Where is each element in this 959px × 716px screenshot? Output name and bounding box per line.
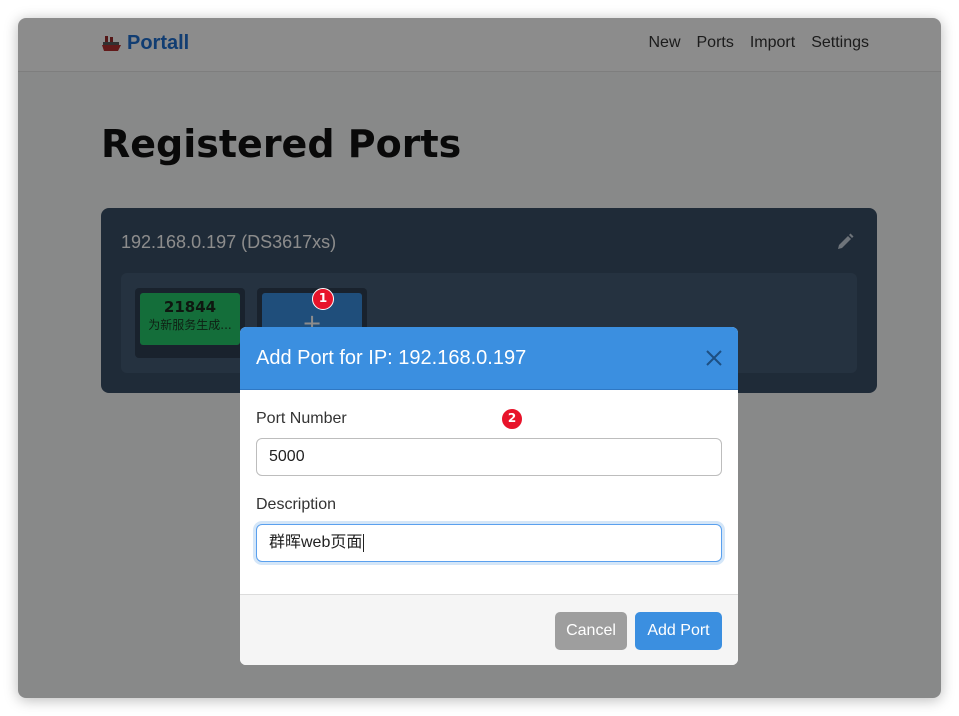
description-input[interactable]: 群晖web页面	[256, 524, 722, 562]
add-port-button[interactable]: Add Port	[635, 612, 722, 650]
text-caret	[363, 533, 365, 552]
step-badge-1: 1	[312, 288, 334, 310]
close-icon[interactable]	[704, 348, 724, 368]
modal-footer: Cancel Add Port	[240, 594, 738, 665]
port-number-label: Port Number	[256, 410, 347, 427]
modal-body: Port Number 5000 Description 群晖web页面	[256, 390, 722, 594]
app-window: Portall New Ports Import Settings Regist…	[18, 18, 941, 698]
description-input-value: 群晖web页面	[269, 534, 363, 551]
description-label: Description	[256, 496, 337, 513]
port-number-input[interactable]: 5000	[256, 438, 722, 476]
modal-header: Add Port for IP: 192.168.0.197	[240, 327, 738, 390]
step-badge-2: 2	[501, 408, 523, 430]
cancel-button[interactable]: Cancel	[555, 612, 627, 650]
add-port-modal: Add Port for IP: 192.168.0.197 Port Numb…	[240, 327, 738, 665]
modal-title: Add Port for IP: 192.168.0.197	[256, 347, 527, 369]
